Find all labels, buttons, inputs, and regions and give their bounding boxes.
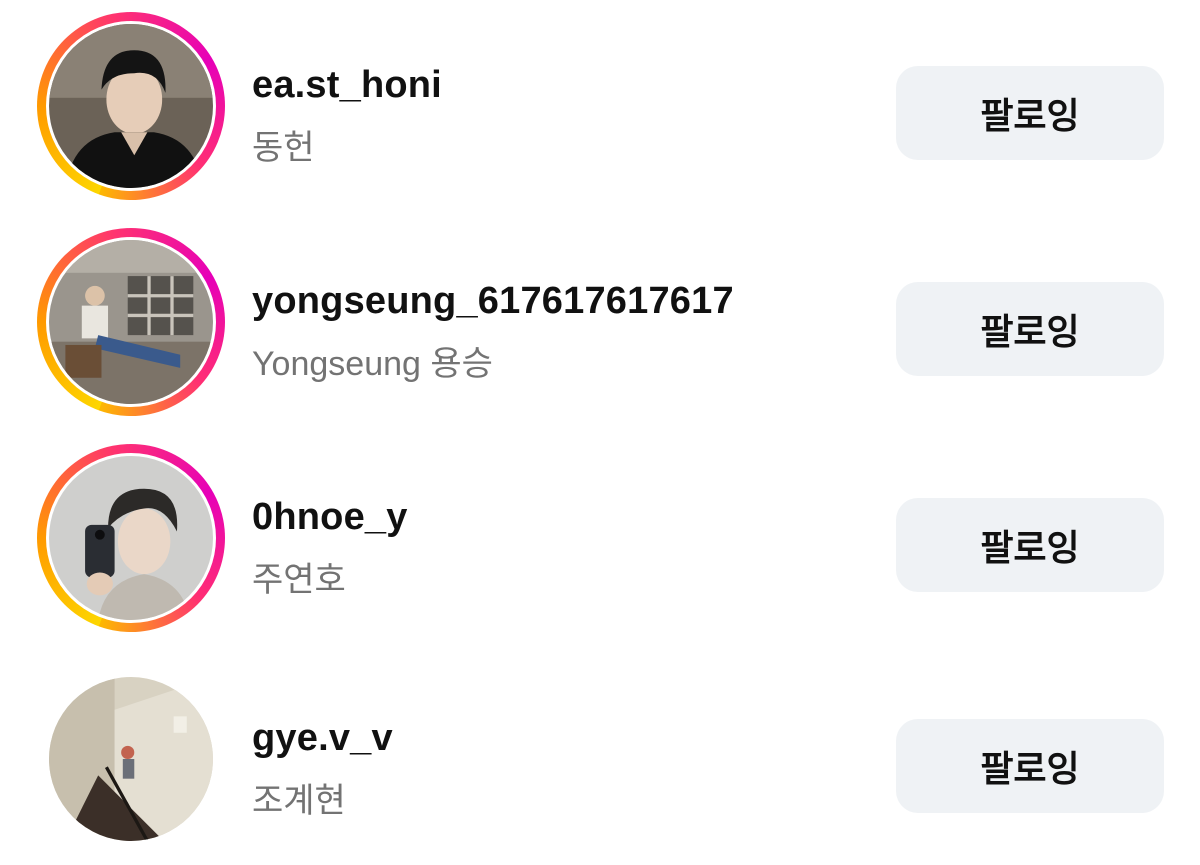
avatar[interactable] bbox=[49, 677, 213, 841]
story-ring[interactable] bbox=[37, 228, 225, 416]
profile-photo-icon bbox=[49, 677, 213, 841]
full-name: 주연호 bbox=[252, 561, 346, 599]
username[interactable]: ea.st_honi bbox=[252, 64, 442, 107]
profile-photo-icon bbox=[49, 24, 213, 188]
following-list: ea.st_honi 동헌 팔로잉 yongseung_617617617617… bbox=[0, 0, 1200, 858]
story-ring[interactable] bbox=[37, 12, 225, 200]
username[interactable]: gye.v_v bbox=[252, 717, 393, 760]
full-name: Yongseung 용승 bbox=[252, 345, 493, 383]
list-item[interactable]: yongseung_617617617617 Yongseung 용승 팔로잉 bbox=[0, 228, 1200, 428]
following-button[interactable]: 팔로잉 bbox=[896, 282, 1164, 376]
username[interactable]: 0hnoe_y bbox=[252, 496, 408, 539]
avatar[interactable] bbox=[49, 24, 213, 188]
profile-photo-icon bbox=[49, 240, 213, 404]
profile-photo-icon bbox=[49, 456, 213, 620]
following-button[interactable]: 팔로잉 bbox=[896, 719, 1164, 813]
avatar[interactable] bbox=[49, 240, 213, 404]
username[interactable]: yongseung_617617617617 bbox=[252, 280, 734, 323]
full-name: 조계현 bbox=[252, 782, 346, 820]
list-item[interactable]: gye.v_v 조계현 팔로잉 bbox=[0, 665, 1200, 865]
following-button[interactable]: 팔로잉 bbox=[896, 66, 1164, 160]
avatar[interactable] bbox=[49, 456, 213, 620]
following-button[interactable]: 팔로잉 bbox=[896, 498, 1164, 592]
list-item[interactable]: ea.st_honi 동헌 팔로잉 bbox=[0, 12, 1200, 212]
full-name: 동헌 bbox=[252, 129, 315, 167]
list-item[interactable]: 0hnoe_y 주연호 팔로잉 bbox=[0, 444, 1200, 644]
story-ring[interactable] bbox=[37, 444, 225, 632]
avatar-container bbox=[37, 665, 225, 853]
